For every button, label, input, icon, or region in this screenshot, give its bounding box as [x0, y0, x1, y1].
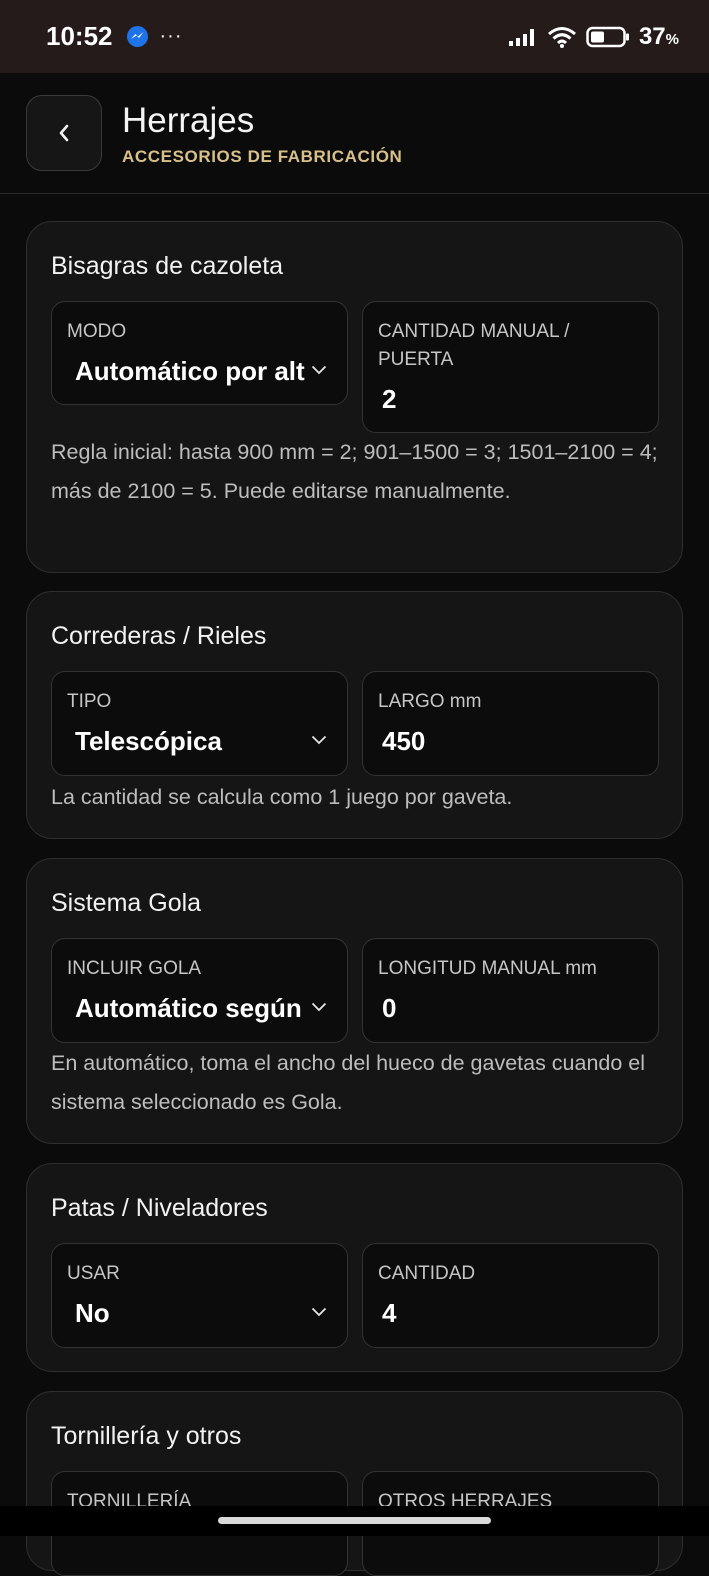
card-patas: Patas / Niveladores USAR No CANTIDAD 4: [26, 1163, 683, 1372]
chevron-left-icon: [59, 124, 69, 142]
longitud-manual-input[interactable]: LONGITUD MANUAL mm 0: [362, 938, 659, 1043]
card-note: En automático, toma el ancho del hueco d…: [51, 1051, 646, 1114]
page-title: Herrajes: [122, 101, 255, 140]
card-note: La cantidad se calcula como 1 juego por …: [51, 785, 513, 809]
chevron-down-icon: [311, 1002, 327, 1012]
field-label: LARGO mm: [378, 691, 482, 712]
page-subtitle: ACCESORIOS DE FABRICACIÓN: [122, 147, 403, 166]
wifi-icon: [547, 26, 576, 48]
cantidad-input[interactable]: CANTIDAD 4: [362, 1243, 659, 1348]
chevron-down-icon: [311, 1307, 327, 1317]
card-title: Tornillería y otros: [51, 1422, 242, 1450]
largo-input[interactable]: LARGO mm 450: [362, 671, 659, 776]
field-value: 2: [382, 384, 397, 414]
card-correderas: Correderas / Rieles TIPO Telescópica LAR…: [26, 591, 683, 839]
battery-icon: [586, 26, 629, 47]
card-title: Patas / Niveladores: [51, 1194, 268, 1222]
card-title: Sistema Gola: [51, 889, 202, 917]
field-value: No: [75, 1298, 110, 1328]
field-label: MODO: [67, 321, 127, 342]
more-notifications-icon: ···: [159, 25, 183, 47]
chevron-down-icon: [311, 735, 327, 745]
status-time: 10:52: [46, 21, 113, 51]
usar-select[interactable]: USAR No: [51, 1243, 348, 1348]
messenger-icon: [126, 26, 148, 47]
incluir-gola-select[interactable]: INCLUIR GOLA Automático según sistema: [51, 938, 348, 1043]
field-label: USAR: [67, 1263, 120, 1284]
field-label: CANTIDAD MANUAL / PUERTA: [378, 321, 570, 370]
signal-icon: [508, 28, 534, 46]
cantidad-manual-input[interactable]: CANTIDAD MANUAL / PUERTA 2: [362, 301, 659, 433]
modo-select[interactable]: MODO Automático por altura: [51, 301, 348, 405]
app-header: Herrajes ACCESORIOS DE FABRICACIÓN: [0, 73, 709, 194]
home-bar: [0, 1506, 709, 1536]
status-bar: 10:52 ··· 37%: [0, 0, 709, 73]
field-value: 0: [382, 993, 397, 1023]
field-value: 4: [382, 1298, 397, 1328]
card-bisagras: Bisagras de cazoleta MODO Automático por…: [26, 221, 683, 573]
field-value: Automático según sistema: [75, 993, 305, 1023]
back-button[interactable]: [26, 95, 102, 171]
battery-percentage: 37%: [638, 22, 679, 50]
chevron-down-icon: [311, 365, 327, 375]
card-note: Regla inicial: hasta 900 mm = 2; 901–150…: [51, 440, 658, 503]
field-value: Automático por altura: [75, 356, 305, 386]
tipo-select[interactable]: TIPO Telescópica: [51, 671, 348, 776]
card-title: Correderas / Rieles: [51, 622, 267, 650]
home-indicator[interactable]: [218, 1517, 491, 1524]
field-label: INCLUIR GOLA: [67, 958, 202, 979]
field-value: 450: [382, 726, 426, 756]
card-title: Bisagras de cazoleta: [51, 252, 284, 280]
field-label: TIPO: [67, 691, 112, 712]
card-gola: Sistema Gola INCLUIR GOLA Automático seg…: [26, 858, 683, 1144]
field-label: CANTIDAD: [378, 1263, 476, 1284]
field-value: Telescópica: [75, 726, 222, 756]
card-tornilleria: Tornillería y otros TORNILLERÍA OTROS HE…: [26, 1391, 683, 1576]
field-label: LONGITUD MANUAL mm: [378, 958, 597, 979]
